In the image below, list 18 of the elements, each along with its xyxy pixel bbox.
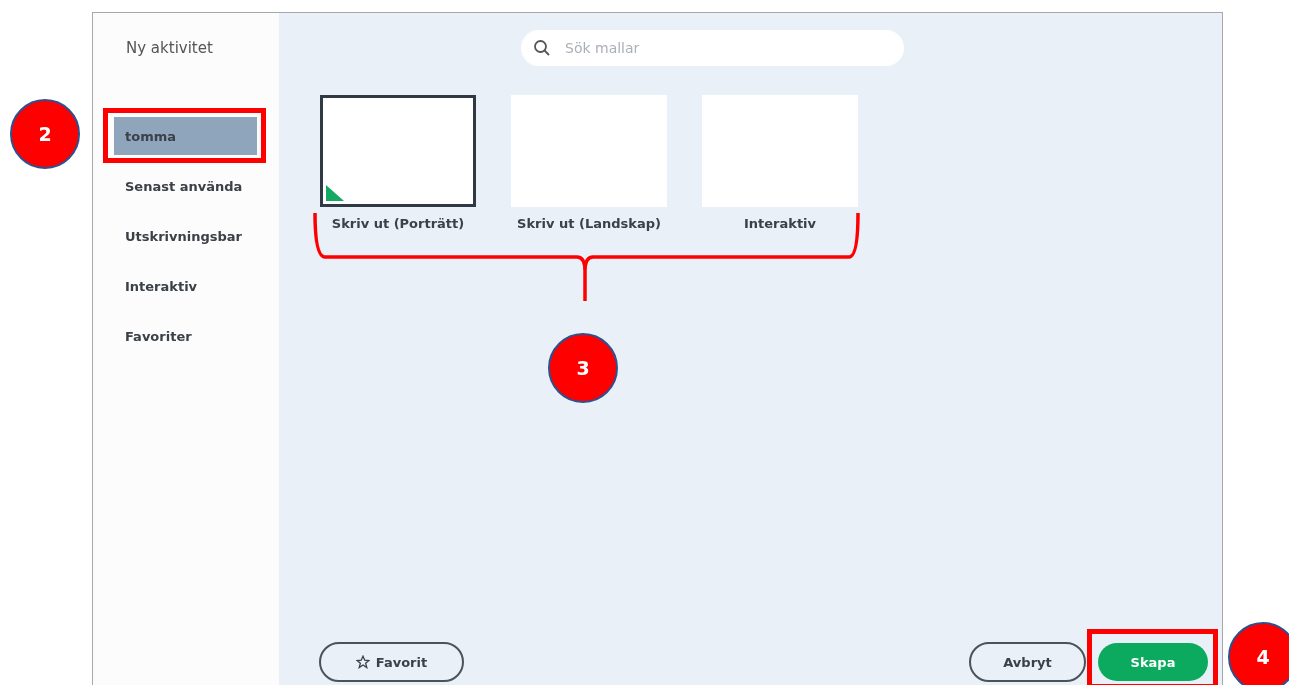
favorite-button[interactable]: Favorit: [319, 642, 464, 682]
template-label: Skriv ut (Landskap): [517, 216, 661, 231]
category-item[interactable]: tomma: [114, 117, 257, 155]
cancel-button[interactable]: Avbryt: [969, 642, 1086, 682]
category-item[interactable]: Favoriter: [114, 317, 257, 355]
star-icon: [355, 655, 370, 669]
search-icon: [533, 39, 551, 57]
dialog-title: Ny aktivitet: [125, 39, 214, 59]
template-thumbnail[interactable]: [320, 95, 476, 207]
step-number: 4: [1228, 622, 1289, 685]
category-item[interactable]: Senast använda: [114, 167, 257, 205]
template-label: Interaktiv: [743, 216, 817, 231]
step-number: 2: [10, 99, 80, 169]
search-field[interactable]: Sök mallar: [521, 30, 904, 66]
category-item[interactable]: Interaktiv: [114, 267, 257, 305]
template-label: Skriv ut (Porträtt): [331, 216, 465, 231]
category-item[interactable]: Utskrivningsbar: [114, 217, 257, 255]
corner-marker-icon: [326, 185, 344, 201]
